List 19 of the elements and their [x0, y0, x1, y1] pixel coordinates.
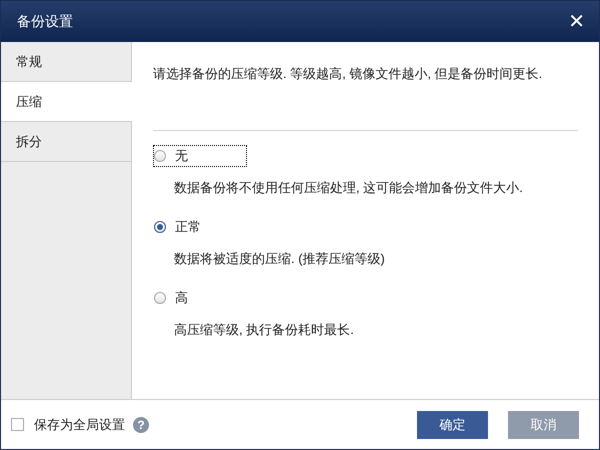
window-title: 备份设置 — [17, 12, 73, 30]
radio-option[interactable]: 高 — [153, 287, 189, 309]
radio-option[interactable]: 正常 — [153, 216, 202, 238]
radio-button[interactable] — [154, 150, 166, 162]
description-text: 请选择备份的压缩等级. 等级越高, 镜像文件越小, 但是备份时间更长. — [153, 66, 544, 82]
option-description: 高压缩等级, 执行备份耗时最长. — [174, 321, 355, 339]
option-label: 高 — [175, 289, 188, 307]
radio-button[interactable] — [154, 221, 166, 233]
checkbox[interactable] — [11, 418, 24, 431]
option-description: 数据将被适度的压缩. (推荐压缩等级) — [174, 250, 386, 268]
radio-button[interactable] — [154, 292, 166, 304]
close-button[interactable]: ✕ — [564, 9, 589, 34]
checkbox-label: 保存为全局设置 — [34, 416, 125, 434]
option-label: 无 — [175, 147, 188, 165]
sidebar-tab[interactable]: 压缩 — [1, 82, 132, 122]
ok-button[interactable]: 确定 — [417, 410, 488, 438]
radio-option[interactable]: 无 — [153, 145, 247, 167]
option-label: 正常 — [175, 218, 201, 236]
option-description: 数据备份将不使用任何压缩处理, 这可能会增加备份文件大小. — [174, 179, 524, 197]
